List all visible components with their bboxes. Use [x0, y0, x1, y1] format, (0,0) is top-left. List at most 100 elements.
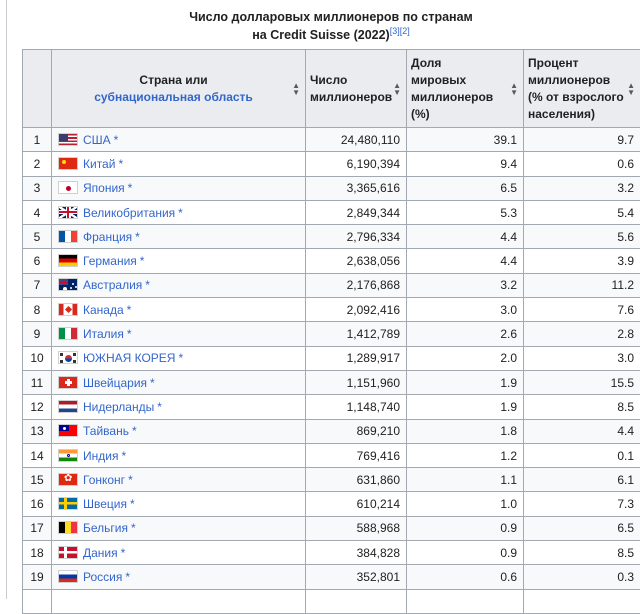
- sort-icon[interactable]: ▲▼: [393, 82, 401, 96]
- country-link[interactable]: Швейцария: [83, 376, 147, 390]
- millionaires-cell: 6,190,394: [306, 152, 407, 176]
- country-header[interactable]: Страна или субнациональная область ▲▼: [52, 50, 306, 128]
- flag-ca-icon: [58, 303, 78, 316]
- flag-gb-icon: [58, 206, 78, 219]
- table-row: 4Великобритания*2,849,3445.35.4: [23, 200, 640, 224]
- country-link[interactable]: ЮЖНАЯ КОРЕЯ: [83, 351, 175, 365]
- percent-cell: 8.5: [524, 395, 640, 419]
- country-link[interactable]: Япония: [83, 181, 125, 195]
- rank-cell: 5: [23, 225, 52, 249]
- country-link[interactable]: Франция: [83, 230, 132, 244]
- country-cell: Швейцария*: [52, 370, 306, 394]
- star-link[interactable]: *: [132, 424, 137, 438]
- millionaires-cell: 24,480,110: [306, 128, 407, 152]
- millionaires-cell: 1,412,789: [306, 322, 407, 346]
- star-link[interactable]: *: [114, 133, 119, 147]
- rank-cell: 18: [23, 541, 52, 565]
- percent-cell: 11.2: [524, 273, 640, 297]
- table-row: 1США*24,480,11039.19.7: [23, 128, 640, 152]
- share-cell: 5.3: [407, 200, 524, 224]
- country-cell: Нидерланды*: [52, 395, 306, 419]
- star-link[interactable]: *: [127, 327, 132, 341]
- share-cell: 2.6: [407, 322, 524, 346]
- country-link[interactable]: Швеция: [83, 497, 127, 511]
- country-cell: Италия*: [52, 322, 306, 346]
- rank-cell: 11: [23, 370, 52, 394]
- star-link[interactable]: *: [131, 521, 136, 535]
- rank-cell: 4: [23, 200, 52, 224]
- country-link[interactable]: Великобритания: [83, 206, 175, 220]
- percent-cell: 5.4: [524, 200, 640, 224]
- percent-cell: 7.3: [524, 492, 640, 516]
- caption-refs[interactable]: [3][2]: [390, 26, 410, 36]
- sort-icon[interactable]: ▲▼: [510, 82, 518, 96]
- country-link[interactable]: Тайвань: [83, 424, 129, 438]
- share-cell: 0.9: [407, 541, 524, 565]
- sort-down-icon: ▼: [292, 89, 300, 96]
- share-header-line-1: Доля: [411, 55, 509, 72]
- star-link[interactable]: *: [135, 230, 140, 244]
- star-link[interactable]: *: [128, 181, 133, 195]
- percent-cell: 0.6: [524, 152, 640, 176]
- percent-cell: 9.7: [524, 128, 640, 152]
- star-link[interactable]: *: [121, 449, 126, 463]
- country-link[interactable]: Бельгия: [83, 521, 128, 535]
- millionaires-header[interactable]: Число миллионеров ▲▼: [306, 50, 407, 128]
- flag-hk-icon: [58, 473, 78, 486]
- share-cell: 1.1: [407, 468, 524, 492]
- star-link[interactable]: *: [145, 278, 150, 292]
- rank-cell: 6: [23, 249, 52, 273]
- empty-cell: [407, 589, 524, 613]
- share-header[interactable]: Доля мировых миллионеров (%) ▲▼: [407, 50, 524, 128]
- country-link[interactable]: Италия: [83, 327, 124, 341]
- country-cell: Швеция*: [52, 492, 306, 516]
- rank-cell: 15: [23, 468, 52, 492]
- table-caption: Число долларовых миллионеров по странам …: [22, 8, 640, 44]
- country-link[interactable]: США: [83, 133, 111, 147]
- country-link[interactable]: Германия: [83, 254, 137, 268]
- table-row: 8Канада*2,092,4163.07.6: [23, 298, 640, 322]
- share-header-line-2: мировых: [411, 72, 509, 89]
- table-row: 3Япония*3,365,6166.53.2: [23, 176, 640, 200]
- star-link[interactable]: *: [140, 254, 145, 268]
- flag-kr-icon: [58, 351, 78, 364]
- share-cell: 1.8: [407, 419, 524, 443]
- country-link[interactable]: Дания: [83, 546, 118, 560]
- caption-line-2: на Credit Suisse (2022)[3][2]: [22, 26, 640, 44]
- percent-header[interactable]: Процент миллионеров (% от взрослого насе…: [524, 50, 640, 128]
- star-link[interactable]: *: [121, 546, 126, 560]
- table-row: 7Австралия*2,176,8683.211.2: [23, 273, 640, 297]
- star-link[interactable]: *: [178, 206, 183, 220]
- table-row: 17Бельгия*588,9680.96.5: [23, 516, 640, 540]
- star-link[interactable]: *: [150, 376, 155, 390]
- sort-icon[interactable]: ▲▼: [627, 82, 635, 96]
- star-link[interactable]: *: [157, 400, 162, 414]
- sort-icon[interactable]: ▲▼: [292, 82, 300, 96]
- star-link[interactable]: *: [130, 497, 135, 511]
- country-link[interactable]: Канада: [83, 303, 124, 317]
- country-link[interactable]: Нидерланды: [83, 400, 154, 414]
- share-cell: 3.2: [407, 273, 524, 297]
- country-link[interactable]: Австралия: [83, 278, 142, 292]
- rank-cell: 19: [23, 565, 52, 589]
- table-row-partial: [23, 589, 640, 613]
- star-link[interactable]: *: [118, 157, 123, 171]
- table-row: 2Китай*6,190,3949.40.6: [23, 152, 640, 176]
- country-link[interactable]: Гонконг: [83, 473, 125, 487]
- flag-ch-icon: [58, 376, 78, 389]
- share-cell: 39.1: [407, 128, 524, 152]
- country-cell: Япония*: [52, 176, 306, 200]
- rank-cell: 10: [23, 346, 52, 370]
- country-link[interactable]: Россия: [83, 570, 122, 584]
- country-link[interactable]: Китай: [83, 157, 115, 171]
- star-link[interactable]: *: [128, 473, 133, 487]
- star-link[interactable]: *: [127, 303, 132, 317]
- rank-cell: 14: [23, 443, 52, 467]
- star-link[interactable]: *: [178, 351, 183, 365]
- star-link[interactable]: *: [125, 570, 130, 584]
- rank-cell: 2: [23, 152, 52, 176]
- flag-in-icon: [58, 449, 78, 462]
- millionaires-header-line-2: миллионеров: [310, 89, 392, 106]
- country-header-link[interactable]: субнациональная область: [56, 89, 291, 106]
- country-link[interactable]: Индия: [83, 449, 118, 463]
